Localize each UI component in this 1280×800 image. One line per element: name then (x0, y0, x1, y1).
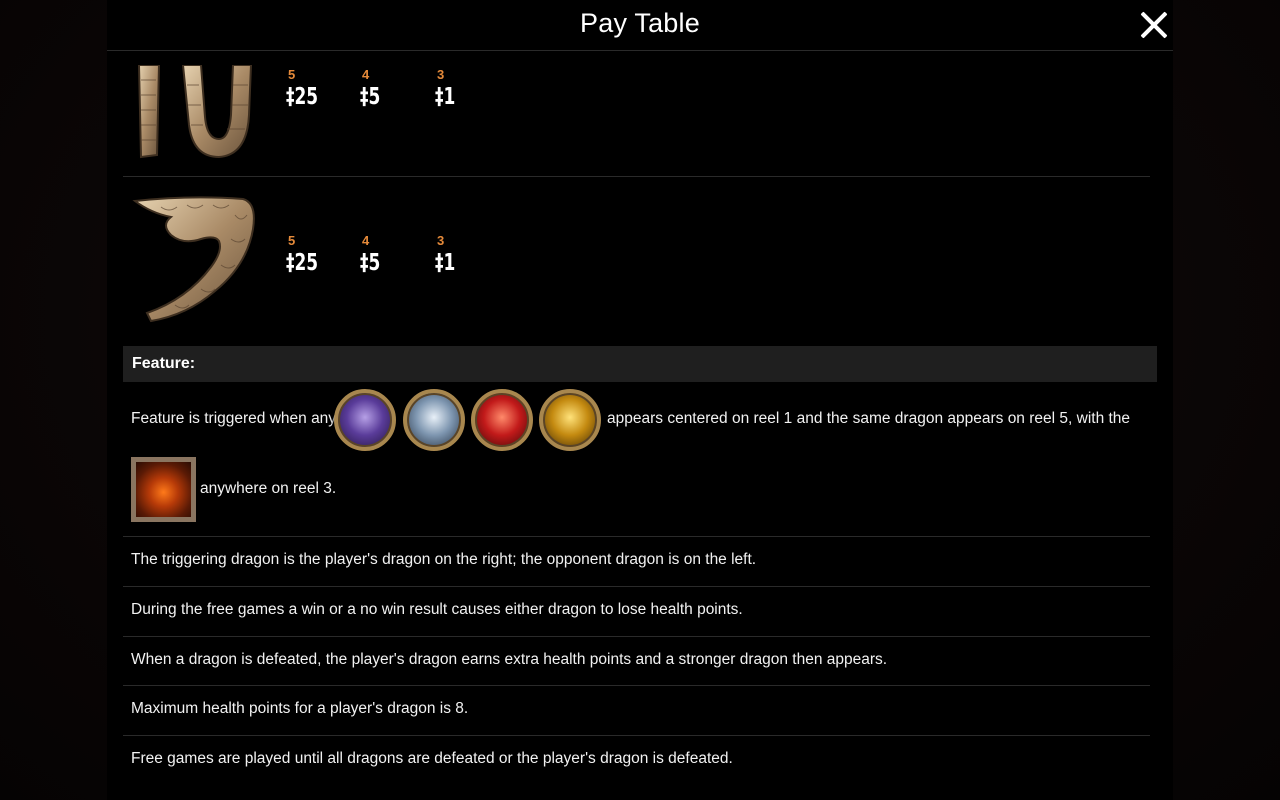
feature-text-after-scatter: anywhere on reel 3. (200, 480, 337, 497)
payout-5: 5 ‡25 (286, 67, 346, 110)
payout-amount: ‡25 (286, 84, 319, 110)
fire-dragon-scatter-icon (131, 457, 196, 522)
payout-4: 4 ‡5 (360, 67, 420, 110)
payout-amount: ‡1 (435, 250, 456, 276)
payout-amount: ‡5 (360, 84, 381, 110)
nine-symbol-icon (132, 196, 255, 323)
rule-text: When a dragon is defeated, the player's … (131, 651, 888, 668)
close-icon[interactable] (1139, 10, 1169, 40)
payout-count: 4 (362, 67, 370, 82)
rule-text: The triggering dragon is the player's dr… (131, 551, 757, 568)
list-item: When a dragon is defeated, the player's … (123, 636, 1150, 686)
payout-count: 4 (362, 233, 370, 248)
list-item: Free games are played until all dragons … (123, 735, 1150, 786)
feature-text-after-icons: appears centered on reel 1 and the same … (607, 410, 1131, 427)
paytable-header: Pay Table (107, 0, 1173, 51)
payout-amount: ‡1 (435, 84, 456, 110)
payout-count: 5 (288, 67, 296, 82)
rule-text: Maximum health points for a player's dra… (131, 700, 469, 717)
ten-symbol-icon (137, 65, 253, 159)
payout-4: 4 ‡5 (360, 233, 420, 276)
payout-3: 3 ‡1 (435, 67, 495, 110)
symbol-row-nine: 5 ‡25 4 ‡5 3 ‡1 (123, 177, 1150, 340)
silver-dragon-icon (403, 389, 465, 451)
feature-heading: Feature: (132, 355, 196, 372)
rule-text: Free games are played until all dragons … (131, 750, 733, 767)
payout-5: 5 ‡25 (286, 233, 346, 276)
payout-count: 3 (437, 67, 445, 82)
rule-text: During the free games a win or a no win … (131, 601, 743, 618)
payout-amount: ‡25 (286, 250, 319, 276)
payout-count: 3 (437, 233, 445, 248)
feature-text-before-icons: Feature is triggered when any (131, 410, 337, 427)
page-title: Pay Table (580, 8, 700, 38)
feature-heading-bar: Feature: (123, 346, 1157, 382)
list-item: During the free games a win or a no win … (123, 586, 1150, 637)
payout-3: 3 ‡1 (435, 233, 495, 276)
red-dragon-icon (471, 389, 533, 451)
payout-count: 5 (288, 233, 296, 248)
payout-amount: ‡5 (360, 250, 381, 276)
symbol-row-ten: 5 ‡25 4 ‡5 3 ‡1 (123, 51, 1150, 177)
purple-dragon-icon (334, 389, 396, 451)
list-item: The triggering dragon is the player's dr… (123, 536, 1150, 587)
gold-dragon-icon (539, 389, 601, 451)
list-item: Maximum health points for a player's dra… (123, 685, 1150, 736)
